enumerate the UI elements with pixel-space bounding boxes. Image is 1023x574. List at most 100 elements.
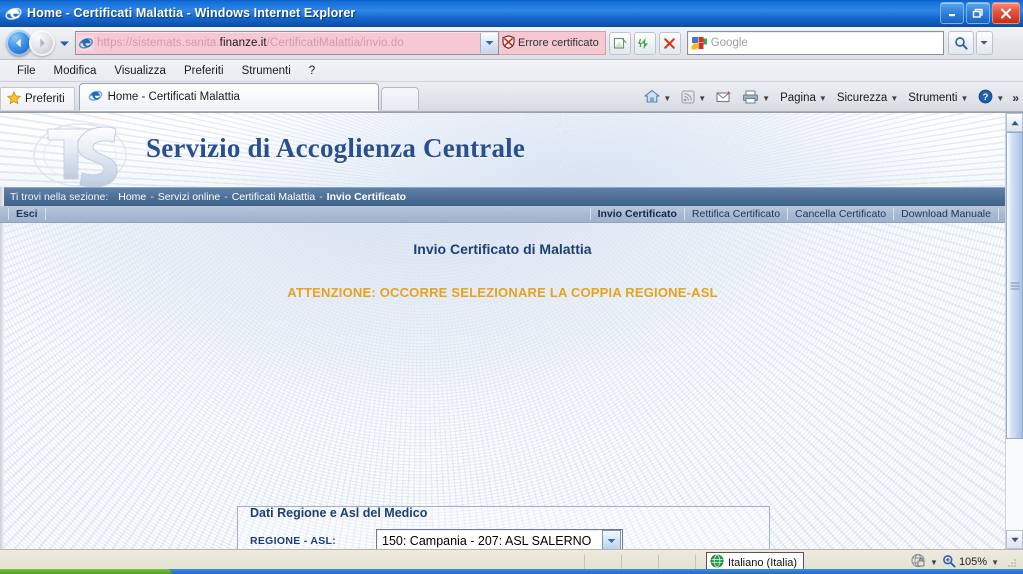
site-header: Servizio di Accoglienza Centrale xyxy=(0,113,1005,187)
menu-item-file[interactable]: File xyxy=(8,63,45,79)
browser-tab[interactable]: Home - Certificati Malattia xyxy=(78,83,379,111)
recent-pages-dropdown-icon[interactable] xyxy=(59,36,70,50)
ts-logo-icon xyxy=(28,113,138,187)
home-icon xyxy=(643,89,661,107)
region-asl-form-panel: Dati Regione e Asl del Medico REGIONE - … xyxy=(237,506,770,549)
favorites-button[interactable]: Preferiti xyxy=(0,87,75,110)
breadcrumb-separator: - xyxy=(224,191,228,203)
help-caret-icon: ▼ xyxy=(996,93,1005,103)
start-button[interactable] xyxy=(0,569,172,574)
menu-bar: File Modifica Visualizza Preferiti Strum… xyxy=(0,60,1023,82)
feeds-button[interactable]: ▼ xyxy=(676,88,711,109)
page-favicon-icon xyxy=(78,35,94,51)
window-title-bar: Home - Certificati Malattia - Windows In… xyxy=(0,0,1023,27)
page-viewport: Servizio di Accoglienza Centrale Ti trov… xyxy=(0,112,1023,549)
breadcrumb: Ti trovi nella sezione: Home - Servizi o… xyxy=(0,187,1005,206)
tab-bar: Preferiti Home - Certificati Malattia ▼ … xyxy=(0,82,1023,112)
compatibility-view-button[interactable] xyxy=(608,31,631,55)
sicurezza-caret-icon: ▼ xyxy=(890,93,899,103)
scrollbar-track[interactable] xyxy=(1006,132,1023,530)
vertical-scrollbar[interactable] xyxy=(1005,113,1023,549)
breadcrumb-item-certificati-malattia[interactable]: Certificati Malattia xyxy=(232,191,315,203)
star-icon xyxy=(6,90,22,108)
site-nav-items: Invio Certificato Rettifica Certificato … xyxy=(589,208,999,220)
command-pagina[interactable]: Pagina ▼ xyxy=(775,90,832,106)
page-title: Invio Certificato di Malattia xyxy=(413,241,592,257)
chevron-down-icon[interactable] xyxy=(602,530,621,549)
windows-taskbar xyxy=(0,569,1023,574)
help-button[interactable]: ? ▼ xyxy=(973,87,1009,109)
nav-item-invio-certificato[interactable]: Invio Certificato xyxy=(589,208,685,220)
region-asl-selected-value: 150: Campania - 207: ASL SALERNO xyxy=(382,533,592,548)
breadcrumb-separator: - xyxy=(150,191,154,203)
print-button[interactable]: ▼ xyxy=(737,88,775,109)
command-pagina-label: Pagina xyxy=(780,92,816,104)
strumenti-caret-icon: ▼ xyxy=(960,93,969,103)
forward-button[interactable] xyxy=(29,30,55,56)
command-bar: ▼ ▼ ▼ Pagina ▼ Sicurezza ▼ Strumenti ▼ ?… xyxy=(639,87,1019,109)
command-strumenti[interactable]: Strumenti ▼ xyxy=(903,90,973,106)
breadcrumb-separator: - xyxy=(319,191,323,203)
certificate-error-badge[interactable]: Errore certificato xyxy=(499,31,606,55)
scrollbar-thumb[interactable] xyxy=(1006,132,1023,439)
command-sicurezza[interactable]: Sicurezza ▼ xyxy=(832,90,903,106)
region-asl-label: REGIONE - ASL: xyxy=(250,535,337,547)
google-icon xyxy=(691,36,708,51)
printer-icon xyxy=(742,90,759,107)
rss-feed-icon xyxy=(681,89,695,107)
search-box[interactable]: Google xyxy=(686,31,944,55)
mail-button[interactable] xyxy=(711,88,737,108)
feeds-caret-icon: ▼ xyxy=(698,93,707,103)
nav-item-cancella-certificato[interactable]: Cancella Certificato xyxy=(788,208,895,220)
minimize-button[interactable] xyxy=(940,2,964,24)
breadcrumb-item-servizi-online[interactable]: Servizi online xyxy=(158,191,220,203)
address-url-text: https://sistemats.sanita.finanze.it/Cert… xyxy=(97,37,404,49)
ie-browser-window: Home - Certificati Malattia - Windows In… xyxy=(0,0,1023,574)
help-icon: ? xyxy=(978,89,993,107)
internet-explorer-icon xyxy=(5,5,22,22)
favorites-label: Preferiti xyxy=(25,93,65,105)
nav-item-rettifica-certificato[interactable]: Rettifica Certificato xyxy=(685,208,789,220)
search-placeholder: Google xyxy=(710,37,748,49)
resize-grip-icon[interactable] xyxy=(1005,556,1017,568)
refresh-button[interactable] xyxy=(633,31,656,55)
address-dropdown-icon[interactable] xyxy=(480,33,498,53)
menu-item-modifica[interactable]: Modifica xyxy=(45,63,106,79)
svg-text:?: ? xyxy=(983,92,989,103)
site-title: Servizio di Accoglienza Centrale xyxy=(146,133,526,163)
breadcrumb-item-invio-certificato: Invio Certificato xyxy=(326,191,407,203)
certificate-error-shield-icon xyxy=(502,34,515,52)
zoom-magnifier-icon xyxy=(942,554,956,571)
print-caret-icon: ▼ xyxy=(762,93,771,103)
command-overflow-icon[interactable]: » xyxy=(1009,91,1019,105)
search-provider-dropdown-icon[interactable] xyxy=(975,31,993,55)
window-controls xyxy=(940,2,1020,24)
home-caret-icon: ▼ xyxy=(663,93,672,103)
mail-icon xyxy=(716,90,732,106)
nav-item-download-manuale[interactable]: Download Manuale xyxy=(894,208,999,220)
menu-item-help[interactable]: ? xyxy=(300,63,324,79)
new-tab-button[interactable] xyxy=(380,87,419,110)
breadcrumb-item-home[interactable]: Home xyxy=(118,191,146,203)
search-submit-button[interactable] xyxy=(947,31,974,55)
home-button[interactable]: ▼ xyxy=(639,87,676,109)
tab-title: Home - Certificati Malattia xyxy=(107,91,240,103)
zoom-indicator[interactable]: 105% xyxy=(942,554,987,571)
pagina-caret-icon: ▼ xyxy=(818,93,827,103)
scroll-down-button[interactable] xyxy=(1006,530,1023,549)
page-content: Servizio di Accoglienza Centrale Ti trov… xyxy=(0,113,1005,549)
stop-button[interactable] xyxy=(658,31,681,55)
scroll-up-button[interactable] xyxy=(1006,113,1023,132)
address-bar[interactable]: https://sistemats.sanita.finanze.it/Cert… xyxy=(75,31,499,55)
restore-button[interactable] xyxy=(966,2,990,24)
menu-item-preferiti[interactable]: Preferiti xyxy=(175,63,233,79)
close-button[interactable] xyxy=(992,2,1020,24)
logout-link[interactable]: Esci xyxy=(8,208,46,220)
navigation-toolbar: https://sistemats.sanita.finanze.it/Cert… xyxy=(0,27,1023,60)
menu-item-visualizza[interactable]: Visualizza xyxy=(105,63,175,79)
region-asl-select[interactable]: 150: Campania - 207: ASL SALERNO xyxy=(376,529,623,549)
form-panel-title: Dati Regione e Asl del Medico xyxy=(250,506,428,520)
zoom-caret-icon[interactable]: ▼ xyxy=(991,558,999,567)
breadcrumb-prefix: Ti trovi nella sezione: xyxy=(10,191,109,203)
menu-item-strumenti[interactable]: Strumenti xyxy=(233,63,300,79)
